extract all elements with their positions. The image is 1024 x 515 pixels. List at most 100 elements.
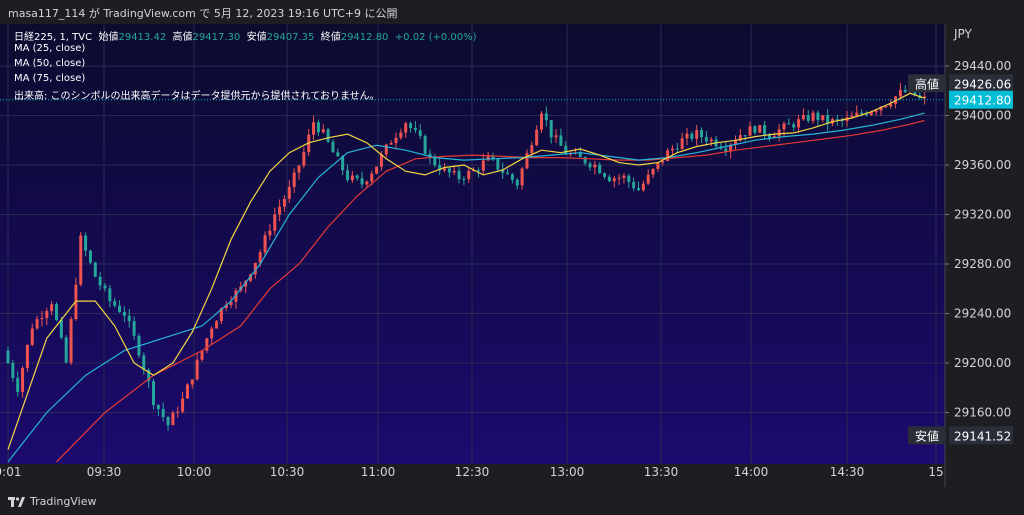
candle-body	[40, 317, 44, 320]
candle-body	[656, 162, 660, 169]
open-value: 29413.42	[118, 32, 167, 43]
candle-body	[651, 168, 655, 175]
candle-body	[215, 321, 219, 329]
candle-body	[685, 133, 689, 139]
candle-body	[404, 123, 408, 133]
ohlc-legend: 日経225, 1, TVC 始値29413.42 高値29417.30 安値29…	[14, 28, 477, 43]
candle-body	[680, 138, 684, 150]
candle-body	[593, 164, 597, 168]
candle-body	[855, 112, 859, 116]
candle-body	[127, 315, 131, 322]
candle-body	[423, 135, 427, 154]
y-tick-label: 29320.00	[954, 208, 1011, 222]
candle-body	[166, 417, 170, 426]
candle-body	[399, 132, 403, 138]
candle-body	[185, 384, 189, 399]
x-tick-label: 10:30	[270, 465, 305, 479]
candle-body	[850, 115, 854, 118]
candle-body	[462, 179, 466, 181]
x-tick-label: 13:00	[550, 465, 585, 479]
candle-body	[55, 304, 58, 321]
candle-body	[45, 311, 49, 318]
candle-body	[350, 175, 354, 181]
candle-body	[142, 355, 146, 370]
close-label: 終値	[320, 32, 341, 43]
candle-body	[98, 276, 102, 286]
chart-area[interactable]: 9:01 09:30 10:00 10:30 11:00 12:30 13:00 13:30 1…	[0, 24, 1024, 487]
candle-body	[457, 170, 461, 180]
candle-body	[336, 152, 340, 157]
candle-body	[598, 164, 602, 174]
y-tick-label: 29440.00	[954, 59, 1011, 73]
candle-body	[16, 377, 20, 392]
candle-body	[370, 173, 374, 182]
candle-body	[544, 113, 548, 121]
candle-body	[666, 150, 670, 161]
candle-body	[122, 311, 126, 316]
candle-body	[670, 148, 674, 151]
candle-body	[554, 135, 558, 138]
candle-body	[903, 89, 907, 93]
low-price-label: 29141.52	[954, 429, 1011, 443]
close-value: 29412.80	[340, 32, 389, 43]
candle-body	[171, 412, 175, 426]
y-tick-label: 29400.00	[954, 109, 1011, 123]
publish-title: masa117_114 が TradingView.com で 5月 12, 2…	[8, 7, 398, 20]
ma25-legend[interactable]: MA (25, close)	[14, 43, 85, 54]
candle-body	[389, 143, 393, 145]
tradingview-logo[interactable]: TradingView	[8, 495, 96, 508]
candle-body	[637, 188, 640, 191]
candle-body	[113, 301, 117, 306]
candle-body	[724, 148, 728, 152]
candle-body	[447, 168, 451, 173]
symbol-label[interactable]: 日経225, 1, TVC	[14, 32, 92, 43]
candle-body	[316, 122, 320, 133]
x-tick-label: 11:00	[361, 465, 396, 479]
candle-body	[777, 129, 781, 137]
candle-body	[278, 206, 282, 215]
tradingview-icon	[8, 496, 25, 507]
candle-body	[103, 285, 107, 289]
candle-body	[355, 175, 359, 179]
ma75-legend[interactable]: MA (75, close)	[14, 73, 85, 84]
high-price-label: 29426.06	[954, 77, 1011, 91]
candle-body	[326, 129, 330, 142]
x-tick-label: 14:30	[830, 465, 865, 479]
publish-header: masa117_114 が TradingView.com で 5月 12, 2…	[0, 0, 1024, 24]
candle-body	[346, 170, 349, 181]
candle-body	[84, 235, 88, 251]
candle-body	[268, 230, 272, 236]
candle-body	[607, 176, 611, 182]
y-tick-label: 29200.00	[954, 356, 1011, 370]
candle-body	[302, 152, 306, 166]
candle-body	[874, 110, 878, 112]
candle-body	[763, 125, 767, 135]
candle-body	[695, 130, 699, 139]
x-tick-label: 14:00	[734, 465, 769, 479]
candle-body	[443, 168, 446, 171]
candle-body	[200, 350, 204, 360]
candle-body	[510, 174, 514, 180]
open-label: 始値	[98, 32, 119, 43]
candle-body	[481, 160, 485, 171]
candle-body	[811, 112, 815, 121]
x-tick-label: 15	[928, 465, 943, 479]
candle-body	[190, 379, 194, 385]
candle-body	[530, 145, 534, 154]
candle-body	[797, 119, 801, 128]
candle-body	[176, 411, 180, 413]
candle-body	[467, 170, 471, 180]
candle-body	[152, 381, 155, 405]
candle-body	[132, 321, 136, 336]
low-marker-label: 安値	[915, 428, 939, 443]
candle-body	[540, 113, 543, 130]
candle-body	[525, 153, 529, 169]
candle-body	[292, 172, 296, 187]
candle-body	[535, 129, 539, 146]
volume-note: 出来高: このシンボルの出来高データはデータ提供元から提供されておりません。	[14, 91, 380, 102]
candle-body	[118, 305, 122, 312]
candle-body	[753, 126, 757, 133]
ma50-legend[interactable]: MA (50, close)	[14, 58, 85, 69]
candle-body	[413, 127, 417, 131]
candle-body	[195, 359, 199, 380]
